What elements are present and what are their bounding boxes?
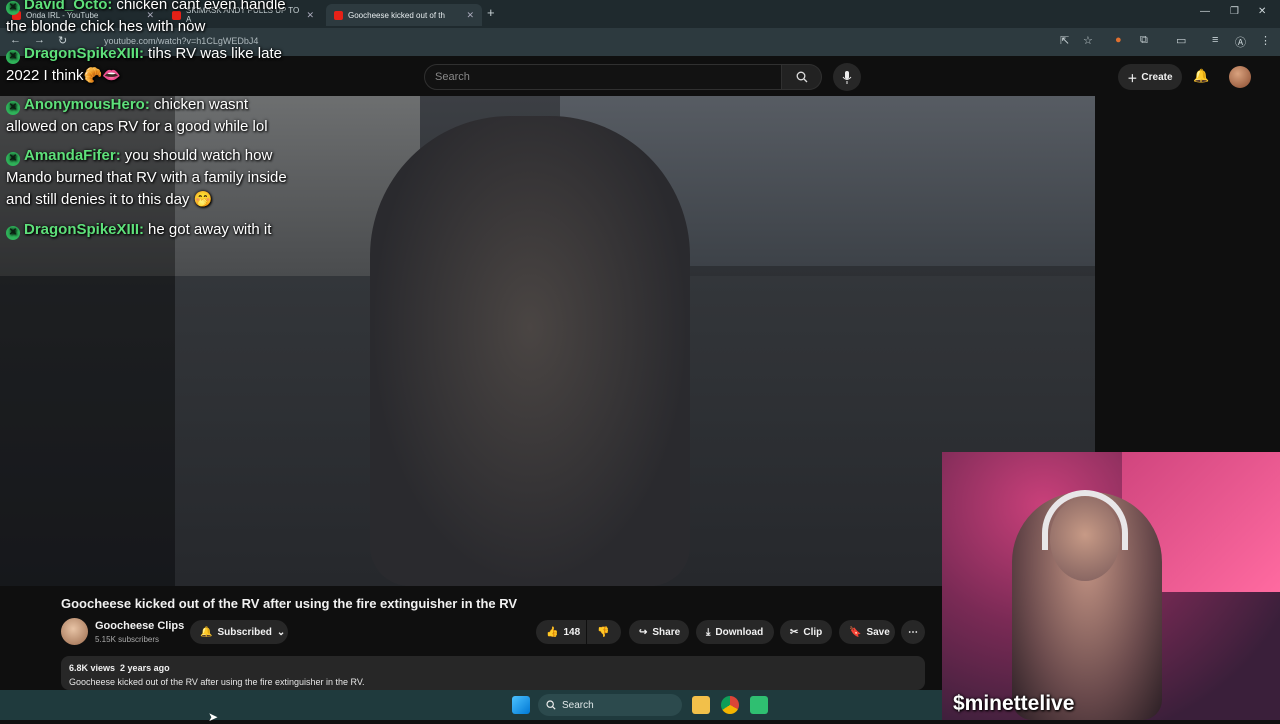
chat-text: tihs RV was like late: [148, 45, 282, 62]
subscriber-count: 5.15K subscribers: [95, 635, 160, 644]
tab-label: Goocheese kicked out of th: [348, 10, 445, 20]
close-window-icon[interactable]: ✕: [1258, 6, 1266, 17]
sub-badge-icon: ✕: [6, 226, 20, 240]
scissors-icon: ✂: [790, 626, 799, 638]
chat-username: AnonymousHero: [24, 96, 145, 113]
bell-icon: 🔔: [200, 626, 213, 638]
download-icon: ⤓: [706, 626, 711, 638]
chrome-icon[interactable]: [721, 696, 739, 714]
share-icon: ↪: [639, 626, 648, 638]
extension-icon[interactable]: ●: [1115, 34, 1122, 46]
more-horizontal-icon: ⋯: [908, 626, 918, 638]
chat-message: ✕ DragonSpikeXIII: he got away with it: [6, 219, 316, 241]
plus-icon: ＋: [1127, 73, 1138, 85]
cast-icon[interactable]: ⇱: [1060, 34, 1069, 47]
profile-icon[interactable]: Ⓐ: [1235, 34, 1246, 50]
search-icon: [796, 71, 807, 83]
sub-badge-icon: ✕: [6, 1, 20, 15]
chat-text: chicken wasnt: [153, 96, 249, 113]
search-icon: [546, 700, 556, 710]
subscribed-label: Subscribed: [217, 626, 272, 638]
browser-tab-3[interactable]: Goocheese kicked out of th ✕: [326, 4, 482, 26]
sub-badge-icon: ✕: [6, 101, 20, 115]
dislike-button[interactable]: 👎: [587, 620, 621, 644]
chat-text: Mando burned that RV with a family insid…: [6, 169, 287, 186]
more-actions-button[interactable]: ⋯: [901, 620, 925, 644]
like-button[interactable]: 👍 148: [536, 620, 586, 644]
streamer-handle: $minettelive: [953, 692, 1075, 715]
upload-age: 2 years ago: [120, 663, 170, 673]
chat-text: the blonde chick hes with now: [6, 18, 206, 35]
clip-label: Clip: [803, 626, 823, 638]
share-label: Share: [652, 626, 681, 638]
chat-text: 2022 I think🥐👄: [6, 67, 121, 84]
voice-search-button[interactable]: [833, 63, 861, 91]
chat-text: and still denies it to this day 🤭: [6, 191, 213, 208]
thumbs-up-icon: 👍: [546, 626, 559, 638]
mouse-cursor-icon: ➤: [208, 710, 219, 724]
app-icon[interactable]: [750, 696, 768, 714]
download-button[interactable]: ⤓ Download: [696, 620, 774, 644]
new-tab-button[interactable]: +: [487, 5, 495, 20]
account-avatar[interactable]: [1229, 66, 1251, 88]
chat-message: ✕ David_Octo: chicken cant even handle the…: [6, 0, 316, 38]
create-button[interactable]: ＋ Create: [1118, 64, 1182, 90]
microphone-icon: [842, 70, 852, 84]
chat-username: DragonSpikeXIII: [24, 45, 140, 62]
chat-text: chicken cant even handle: [116, 0, 286, 13]
chat-username: AmandaFifer: [24, 147, 116, 164]
create-label: Create: [1141, 71, 1173, 83]
sub-badge-icon: ✕: [6, 50, 20, 64]
chat-text: allowed on caps RV for a good while lol: [6, 118, 268, 135]
maximize-icon[interactable]: ❐: [1230, 6, 1239, 17]
minimize-icon[interactable]: —: [1200, 6, 1210, 17]
sub-badge-icon: ✕: [6, 152, 20, 166]
puzzle-icon[interactable]: ⧉: [1140, 34, 1148, 47]
taskbar-search[interactable]: Search: [538, 694, 682, 716]
chat-text: he got away with it: [148, 221, 272, 238]
webcam-overlay: [942, 452, 1280, 720]
chat-username: David_Octo: [24, 0, 108, 13]
channel-name[interactable]: Goocheese Clips: [95, 620, 184, 632]
close-icon[interactable]: ✕: [466, 10, 474, 21]
bookmark-star-icon[interactable]: ☆: [1083, 34, 1093, 47]
chat-username: DragonSpikeXIII: [24, 221, 140, 238]
view-count: 6.8K views: [69, 663, 116, 673]
thumbs-down-icon: 👎: [597, 626, 610, 638]
windows-start-icon[interactable]: [512, 696, 530, 714]
bookmark-icon: 🔖: [849, 626, 862, 638]
menu-icon[interactable]: ⋮: [1260, 34, 1271, 47]
clip-button[interactable]: ✂ Clip: [780, 620, 832, 644]
download-label: Download: [715, 626, 764, 638]
notifications-bell-icon[interactable]: 🔔: [1193, 68, 1209, 84]
channel-avatar[interactable]: [61, 618, 88, 645]
taskbar-search-label: Search: [562, 699, 594, 711]
youtube-icon: [334, 10, 343, 20]
search-button[interactable]: [782, 64, 822, 90]
video-subject: [370, 116, 690, 586]
sidepanel-icon[interactable]: ▭: [1176, 34, 1186, 47]
search-input[interactable]: Search: [424, 64, 782, 90]
chat-message: ✕ DragonSpikeXIII: tihs RV was like late 2…: [6, 45, 282, 84]
save-button[interactable]: 🔖 Save: [839, 620, 895, 644]
chat-message: ✕ AnonymousHero: chicken wasnt allowed on …: [6, 96, 268, 135]
subscribed-button[interactable]: 🔔 Subscribed ⌄: [190, 620, 288, 644]
chat-message: ✕ AmandaFifer: you should watch how Mando …: [6, 147, 287, 208]
view-stats: 6.8K views 2 years ago: [69, 663, 170, 673]
chat-text: you should watch how: [124, 147, 273, 164]
chevron-down-icon: ⌄: [276, 626, 286, 638]
description-text: Goocheese kicked out of the RV after usi…: [69, 677, 365, 687]
save-label: Save: [866, 626, 890, 638]
share-button[interactable]: ↪ Share: [629, 620, 689, 644]
secondary-column: [1095, 96, 1280, 456]
like-count: 148: [563, 626, 581, 638]
reading-list-icon[interactable]: ≡: [1212, 34, 1218, 46]
file-explorer-icon[interactable]: [692, 696, 710, 714]
windows-taskbar: [0, 690, 942, 720]
video-title: Goocheese kicked out of the RV after usi…: [61, 596, 518, 611]
